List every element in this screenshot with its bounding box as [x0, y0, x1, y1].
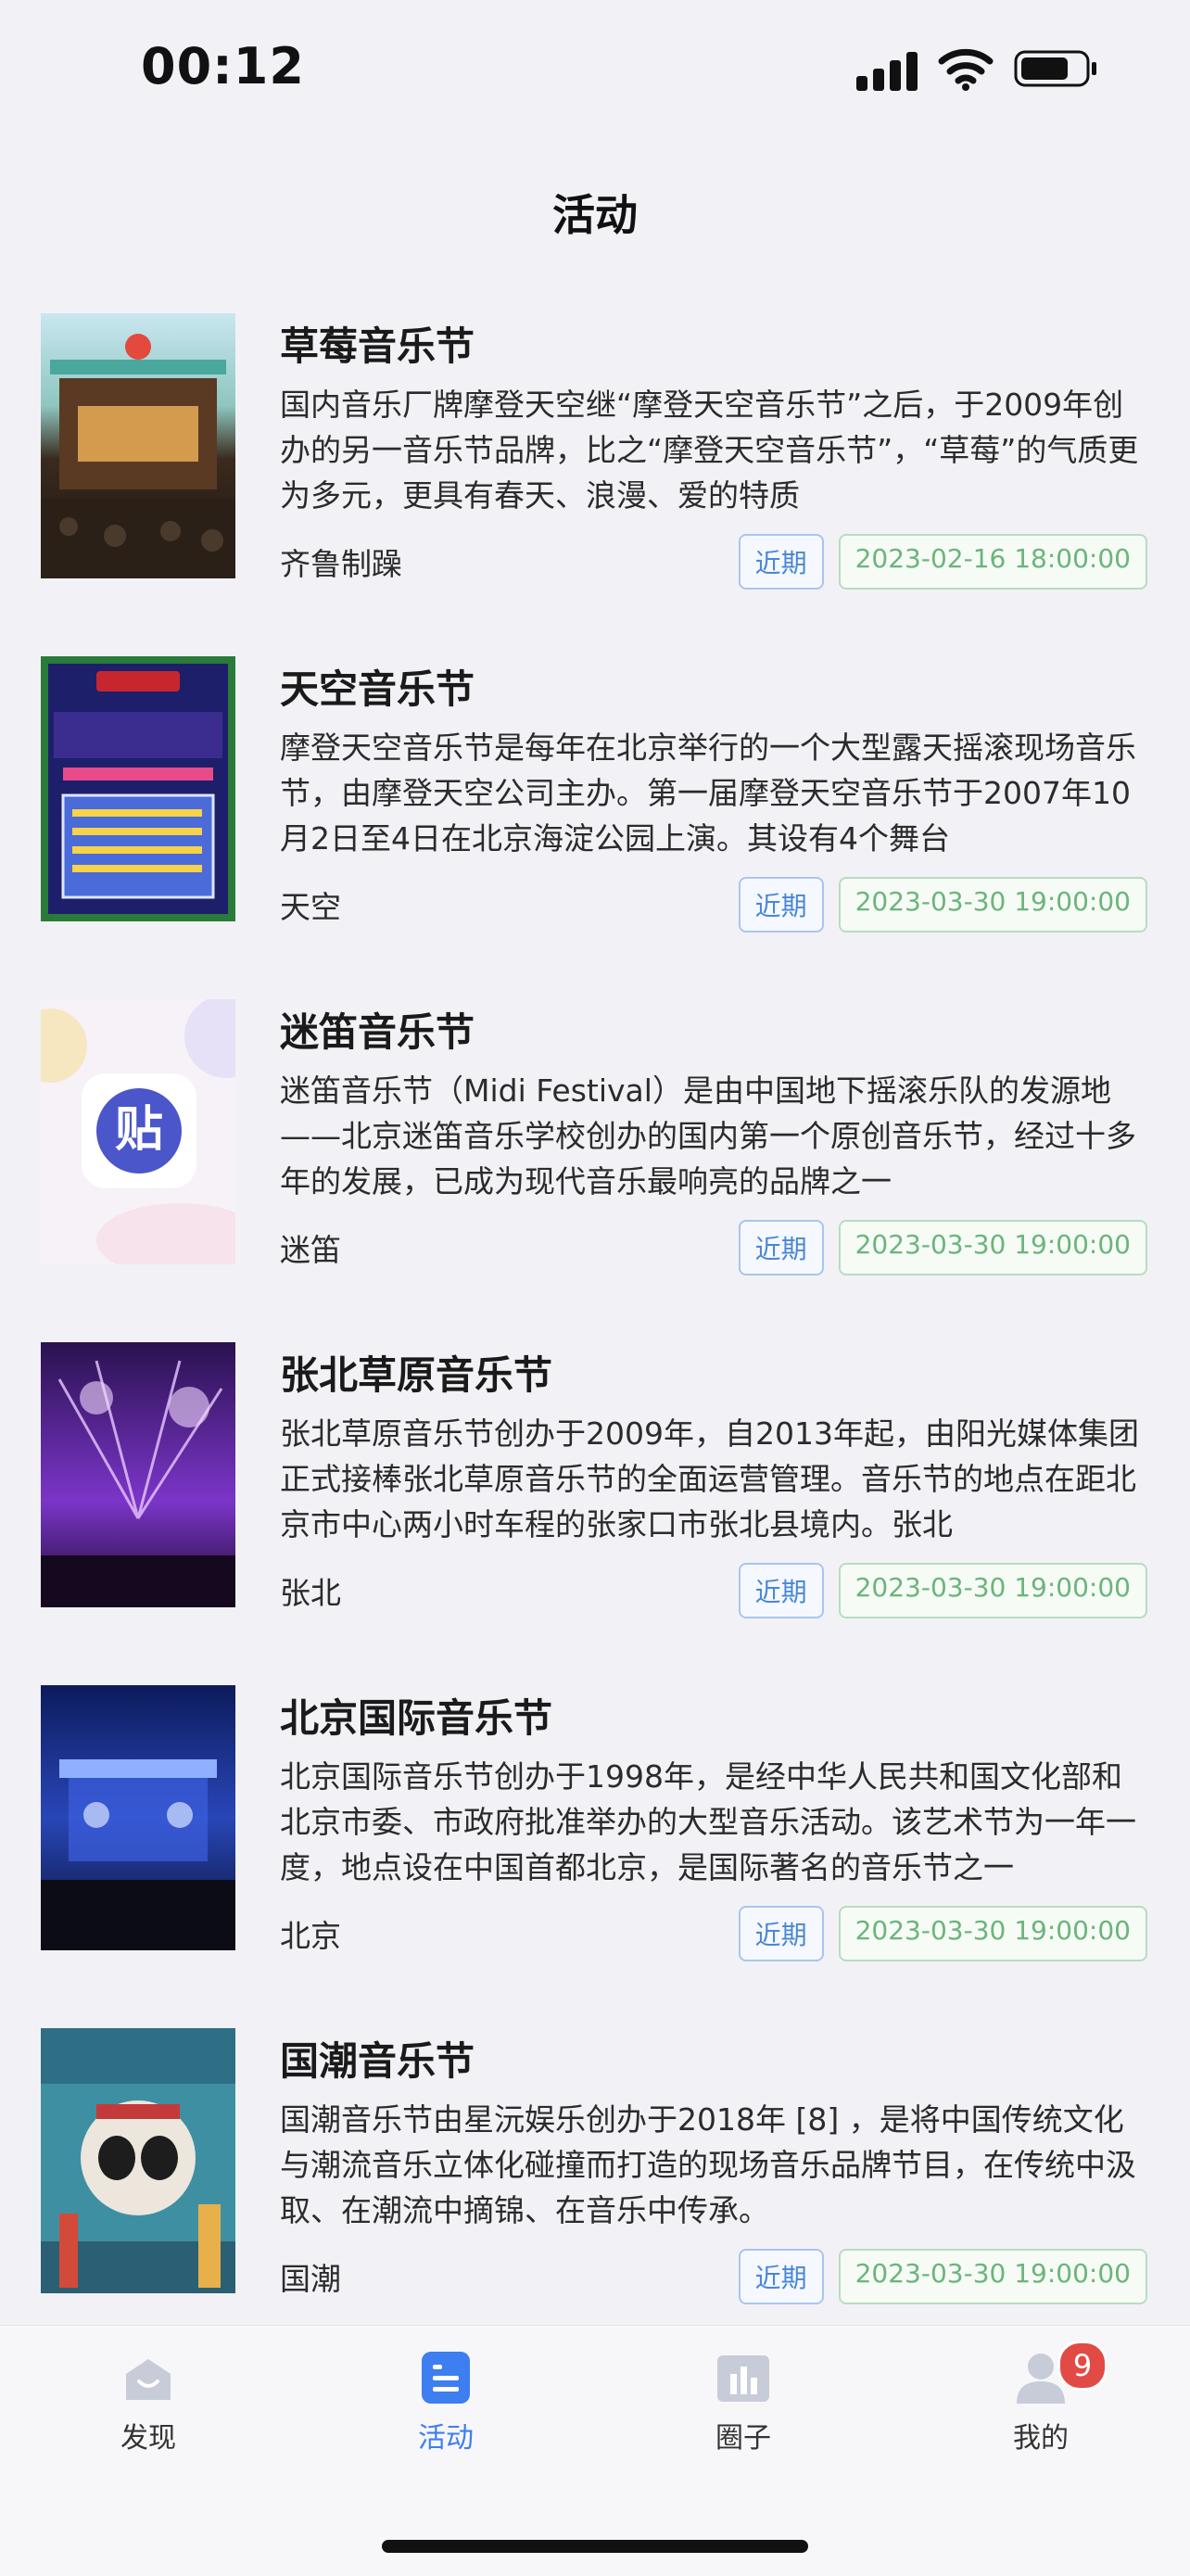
event-thumbnail-sky [41, 656, 235, 921]
chart-icon [717, 2355, 769, 2402]
svg-text:贴: 贴 [115, 1102, 163, 1158]
tab-discover[interactable]: 发现 [56, 2348, 241, 2455]
recent-tag: 近期 [738, 1906, 824, 1961]
list-icon [422, 2352, 470, 2404]
event-item[interactable]: 张北草原音乐节 张北草原音乐节创办于2009年，自2013年起，由阳光媒体集团正… [0, 1326, 1190, 1669]
tab-me[interactable]: 9 我的 [948, 2341, 1133, 2455]
recent-tag: 近期 [738, 1563, 824, 1618]
tab-bar: 发现 活动 圈子 9 我的 [0, 2325, 1190, 2576]
event-datetime: 2023-03-30 19:00:00 [838, 1220, 1147, 1275]
event-tags: 近期 2023-03-30 19:00:00 [738, 1220, 1147, 1275]
notification-badge: 9 [1057, 2341, 1108, 2391]
recent-tag: 近期 [738, 534, 824, 590]
home-icon [126, 2359, 171, 2400]
recent-tag: 近期 [738, 877, 824, 933]
event-description: 国内音乐厂牌摩登天空继“摩登天空音乐节”之后，于2009年创办的另一音乐节品牌，… [280, 387, 1139, 514]
page-title: 活动 [552, 190, 638, 240]
event-datetime: 2023-03-30 19:00:00 [838, 1906, 1147, 1961]
event-place: 张北 [280, 1575, 341, 1611]
event-place: 北京 [280, 1918, 341, 1954]
event-item[interactable]: 北京国际音乐节 北京国际音乐节创办于1998年，是经中华人民共和国文化部和北京市… [0, 1669, 1190, 2011]
event-thumbnail-beijing [41, 1685, 235, 1950]
event-place: 天空 [280, 889, 341, 925]
event-thumbnail-zhangbei [41, 1342, 235, 1607]
tab-activities[interactable]: 活动 [353, 2348, 538, 2455]
status-time: 00:12 [141, 37, 305, 95]
event-place: 齐鲁制躁 [280, 546, 402, 582]
event-thumbnail-strawberry [41, 313, 235, 578]
tab-label: 我的 [1013, 2422, 1069, 2455]
event-description: 北京国际音乐节创办于1998年，是经中华人民共和国文化部和北京市委、市政府批准举… [280, 1758, 1136, 1885]
event-title: 张北草原音乐节 [280, 1352, 553, 1398]
event-place: 国潮 [280, 2261, 341, 2297]
event-place: 迷笛 [280, 1232, 341, 1268]
event-item[interactable]: 贴 迷笛音乐节 迷笛音乐节（Midi Festival）是由中国地下摇滚乐队的发… [0, 983, 1190, 1326]
event-datetime: 2023-03-30 19:00:00 [838, 877, 1147, 933]
tab-label: 活动 [418, 2422, 474, 2455]
event-datetime: 2023-03-30 19:00:00 [838, 1563, 1147, 1618]
event-description: 国潮音乐节由星沅娱乐创办于2018年 [8] ，是将中国传统文化与潮流音乐立体化… [280, 2101, 1136, 2228]
tab-circle[interactable]: 圈子 [651, 2348, 836, 2455]
event-thumbnail-midi: 贴 [41, 999, 235, 1264]
event-tags: 近期 2023-03-30 19:00:00 [738, 1906, 1147, 1961]
event-item[interactable]: 天空音乐节 摩登天空音乐节是每年在北京举行的一个大型露天摇滚现场音乐节，由摩登天… [0, 640, 1190, 983]
event-tags: 近期 2023-03-30 19:00:00 [738, 2249, 1147, 2304]
event-description: 张北草原音乐节创办于2009年，自2013年起，由阳光媒体集团正式接棒张北草原音… [280, 1415, 1139, 1542]
wifi-icon [938, 48, 994, 91]
tab-label: 圈子 [715, 2422, 771, 2455]
recent-tag: 近期 [738, 1220, 824, 1275]
event-title: 北京国际音乐节 [280, 1695, 553, 1741]
status-bar: 00:12 [0, 0, 1190, 139]
event-datetime: 2023-03-30 19:00:00 [838, 2249, 1147, 2304]
event-thumbnail-guochao [41, 2028, 235, 2293]
event-title: 草莓音乐节 [280, 324, 475, 369]
event-datetime: 2023-02-16 18:00:00 [838, 534, 1147, 590]
event-title: 天空音乐节 [280, 666, 475, 712]
event-tags: 近期 2023-03-30 19:00:00 [738, 877, 1147, 933]
tab-label: 发现 [120, 2422, 176, 2455]
event-item[interactable]: 草莓音乐节 国内音乐厂牌摩登天空继“摩登天空音乐节”之后，于2009年创办的另一… [0, 297, 1190, 640]
cellular-signal-icon [856, 52, 918, 91]
event-item[interactable]: 国潮音乐节 国潮音乐节由星沅娱乐创办于2018年 [8] ，是将中国传统文化与潮… [0, 2011, 1190, 2354]
home-indicator[interactable] [382, 2540, 808, 2553]
event-title: 迷笛音乐节 [280, 1009, 475, 1055]
recent-tag: 近期 [738, 2249, 824, 2304]
event-tags: 近期 2023-02-16 18:00:00 [738, 534, 1147, 590]
event-title: 国潮音乐节 [280, 2038, 475, 2084]
event-description: 迷笛音乐节（Midi Festival）是由中国地下摇滚乐队的发源地——北京迷笛… [280, 1072, 1136, 1199]
battery-icon [1014, 50, 1096, 87]
event-tags: 近期 2023-03-30 19:00:00 [738, 1563, 1147, 1618]
event-description: 摩登天空音乐节是每年在北京举行的一个大型露天摇滚现场音乐节，由摩登天空公司主办。… [280, 730, 1136, 857]
